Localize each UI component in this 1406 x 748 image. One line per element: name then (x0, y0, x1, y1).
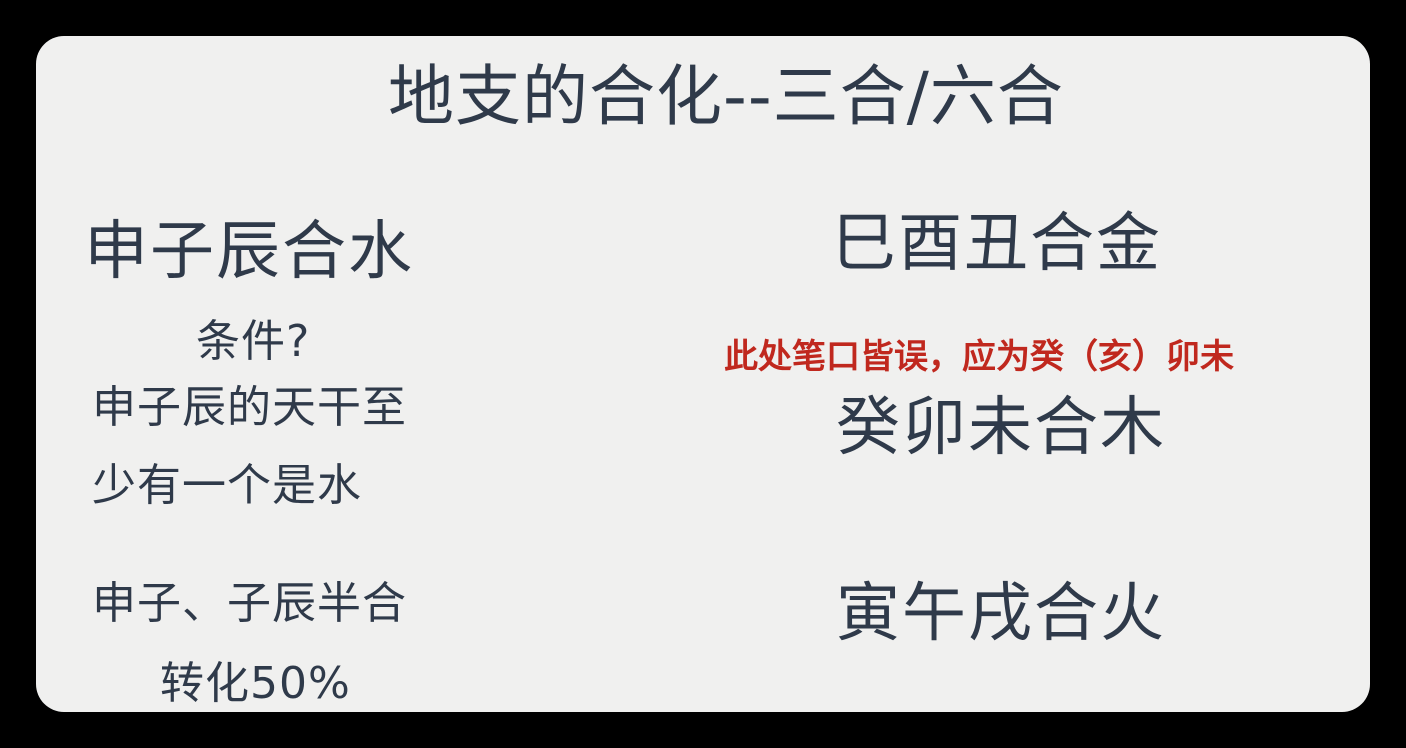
half-combo-line-2: 转化50% (160, 658, 351, 709)
condition-label: 条件? (196, 316, 311, 367)
slide: 地支的合化--三合/六合 申子辰合水 条件? 申子辰的天干至 少有一个是水 申子… (36, 36, 1370, 712)
condition-line-1: 申子辰的天干至 (92, 382, 407, 433)
correction-note: 此处笔口皆误，应为癸（亥）卯未 (724, 337, 1234, 377)
heading-shen-zi-chen: 申子辰合水 (84, 215, 414, 289)
heading-yin-wu-xu: 寅午戌合火 (836, 577, 1166, 651)
condition-line-2: 少有一个是水 (92, 460, 362, 511)
slide-title: 地支的合化--三合/六合 (388, 58, 1064, 135)
heading-si-you-chou: 巳酉丑合金 (832, 207, 1162, 281)
heading-gui-mao-wei: 癸卯未合木 (836, 391, 1166, 465)
half-combo-line-1: 申子、子辰半合 (92, 578, 407, 629)
